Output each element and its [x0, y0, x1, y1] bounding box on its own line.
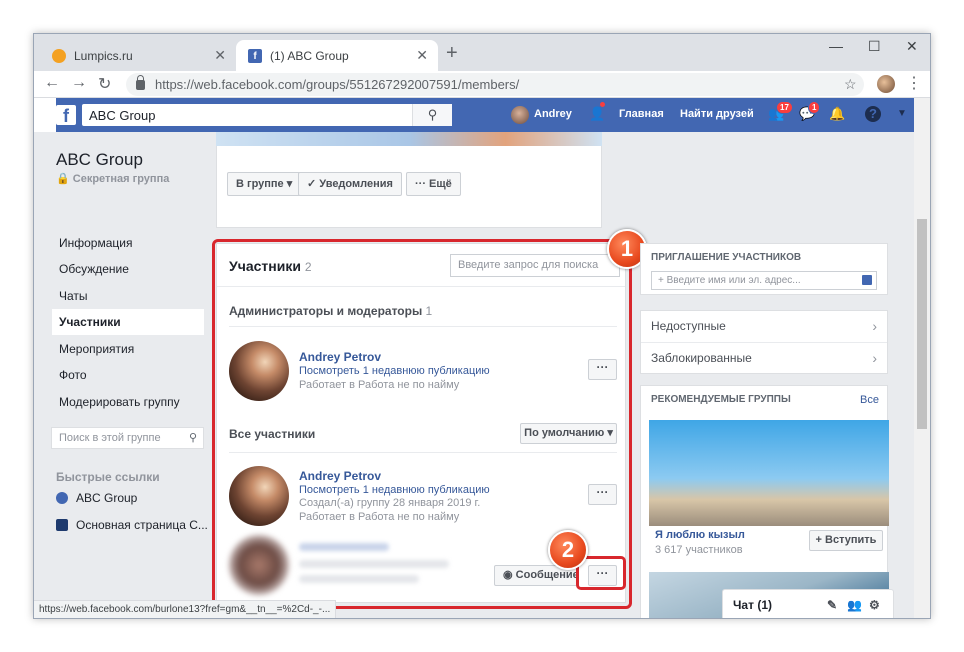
- group-type: 🔒 Секретная группа: [56, 173, 170, 185]
- recommended-groups-card: РЕКОМЕНДУЕМЫЕ ГРУППЫ Все Я люблю кызыл 3…: [640, 385, 889, 618]
- page-icon: [56, 519, 68, 531]
- home-link[interactable]: Главная: [619, 108, 664, 120]
- facebook-top-bar: f ABC Group ⚲ Andrey 👤 Главная Найти дру…: [56, 98, 914, 132]
- reload-button[interactable]: ↻: [98, 74, 111, 94]
- sidebar-item-chats[interactable]: Чаты: [52, 283, 204, 309]
- new-tab-button[interactable]: +: [446, 43, 458, 63]
- new-message-icon[interactable]: ✎: [827, 590, 837, 618]
- browser-menu-icon[interactable]: ⋮: [906, 73, 922, 93]
- recommended-title: РЕКОМЕНДУЕМЫЕ ГРУППЫ Все: [651, 394, 879, 406]
- sidebar-item-discussion[interactable]: Обсуждение: [52, 256, 204, 282]
- group-icon: [56, 492, 68, 504]
- tab-title: Lumpics.ru: [74, 48, 133, 63]
- tab-abc-group[interactable]: f (1) ABC Group ✕: [236, 40, 438, 71]
- close-tab-icon[interactable]: ✕: [214, 47, 226, 64]
- page-content: ABC Group 🔒 Секретная группа Информация …: [34, 132, 914, 618]
- group-search-input[interactable]: Поиск в этой группе ⚲: [51, 427, 204, 449]
- sidebar-item-members[interactable]: Участники: [52, 309, 204, 335]
- search-icon: ⚲: [188, 432, 197, 444]
- browser-window: Lumpics.ru ✕ f (1) ABC Group ✕ + — ☐ ✕ ←…: [33, 33, 931, 619]
- quick-link-abc-group[interactable]: ABC Group: [56, 491, 137, 505]
- unavailable-row[interactable]: Недоступные ›: [641, 311, 887, 342]
- facebook-search-input[interactable]: ABC Group: [82, 104, 452, 126]
- minimize-button[interactable]: —: [829, 38, 843, 54]
- group-requests-icon[interactable]: 👤: [589, 106, 605, 122]
- notifications-button[interactable]: ✓ Уведомления: [298, 172, 402, 196]
- group-chat-icon[interactable]: 👥: [847, 590, 862, 618]
- chat-bar[interactable]: Чат (1) ✎ 👥 ⚙: [722, 589, 894, 618]
- close-tab-icon[interactable]: ✕: [416, 47, 428, 64]
- group-name-link[interactable]: Я люблю кызыл: [655, 529, 745, 541]
- maximize-button[interactable]: ☐: [868, 38, 881, 55]
- group-name[interactable]: ABC Group: [56, 150, 143, 170]
- group-cover-image[interactable]: [649, 420, 889, 526]
- profile-avatar[interactable]: [877, 75, 895, 93]
- back-button[interactable]: ←: [44, 74, 60, 92]
- scrollbar-thumb[interactable]: [917, 219, 927, 429]
- in-group-button[interactable]: В группе ▾: [227, 172, 302, 196]
- tab-title: (1) ABC Group: [270, 48, 349, 63]
- tab-strip: Lumpics.ru ✕ f (1) ABC Group ✕ + — ☐ ✕: [34, 34, 930, 71]
- more-button[interactable]: ··· Ещё: [406, 172, 461, 196]
- lock-icon: [136, 74, 145, 90]
- invite-title: ПРИГЛАШЕНИЕ УЧАСТНИКОВ: [651, 252, 802, 263]
- friend-requests-badge: 17: [776, 101, 793, 114]
- group-action-bar: В группе ▾ ✓ Уведомления ··· Ещё: [216, 146, 602, 228]
- notification-dot: [599, 101, 606, 108]
- address-book-icon[interactable]: [862, 275, 872, 285]
- facebook-favicon-icon: f: [248, 48, 262, 63]
- tab-lumpics[interactable]: Lumpics.ru ✕: [40, 40, 236, 71]
- member-status-card: Недоступные › Заблокированные ›: [640, 310, 888, 374]
- gear-icon[interactable]: ⚙: [869, 590, 880, 618]
- forward-button[interactable]: →: [71, 74, 87, 92]
- invite-members-card: ПРИГЛАШЕНИЕ УЧАСТНИКОВ + Введите имя или…: [640, 243, 888, 295]
- user-name-link[interactable]: Andrey: [534, 108, 572, 120]
- find-friends-link[interactable]: Найти друзей: [680, 108, 754, 120]
- sidebar-item-photos[interactable]: Фото: [52, 362, 204, 388]
- quick-links-title: Быстрые ссылки: [56, 470, 160, 484]
- caret-down-icon[interactable]: ▼: [894, 106, 910, 122]
- see-all-link[interactable]: Все: [860, 394, 879, 406]
- bell-icon[interactable]: 🔔: [829, 106, 845, 122]
- join-group-button[interactable]: + Вступить: [809, 530, 883, 551]
- lumpics-favicon-icon: [52, 48, 66, 63]
- invite-input[interactable]: + Введите имя или эл. адрес...: [651, 271, 877, 290]
- blocked-row[interactable]: Заблокированные ›: [641, 342, 887, 373]
- browser-toolbar: ← → ↻ https://web.facebook.com/groups/55…: [34, 71, 930, 98]
- messages-badge: 1: [808, 101, 821, 114]
- callout-2: 2: [548, 530, 588, 570]
- facebook-logo-icon[interactable]: f: [56, 105, 76, 126]
- help-icon[interactable]: ?: [865, 106, 881, 122]
- group-member-count: 3 617 участников: [655, 544, 743, 556]
- search-value: ABC Group: [89, 107, 156, 123]
- chevron-right-icon: ›: [872, 350, 877, 366]
- address-bar[interactable]: https://web.facebook.com/groups/55126729…: [126, 73, 864, 96]
- bookmark-star-icon[interactable]: ☆: [844, 76, 857, 93]
- quick-link-main-page[interactable]: Основная страница С...: [56, 518, 208, 532]
- sidebar-item-events[interactable]: Мероприятия: [52, 336, 204, 362]
- group-cover-image: [216, 132, 602, 146]
- url-text: https://web.facebook.com/groups/55126729…: [155, 77, 520, 92]
- chevron-right-icon: ›: [872, 318, 877, 334]
- sidebar-item-info[interactable]: Информация: [52, 230, 204, 256]
- status-bar-url: https://web.facebook.com/burlone13?fref=…: [34, 600, 337, 618]
- group-info: Я люблю кызыл 3 617 участников: [655, 529, 745, 556]
- sidebar-item-moderate[interactable]: Модерировать группу: [52, 389, 204, 415]
- user-avatar[interactable]: [511, 106, 529, 124]
- search-icon[interactable]: ⚲: [412, 104, 452, 126]
- close-window-button[interactable]: ✕: [906, 38, 918, 55]
